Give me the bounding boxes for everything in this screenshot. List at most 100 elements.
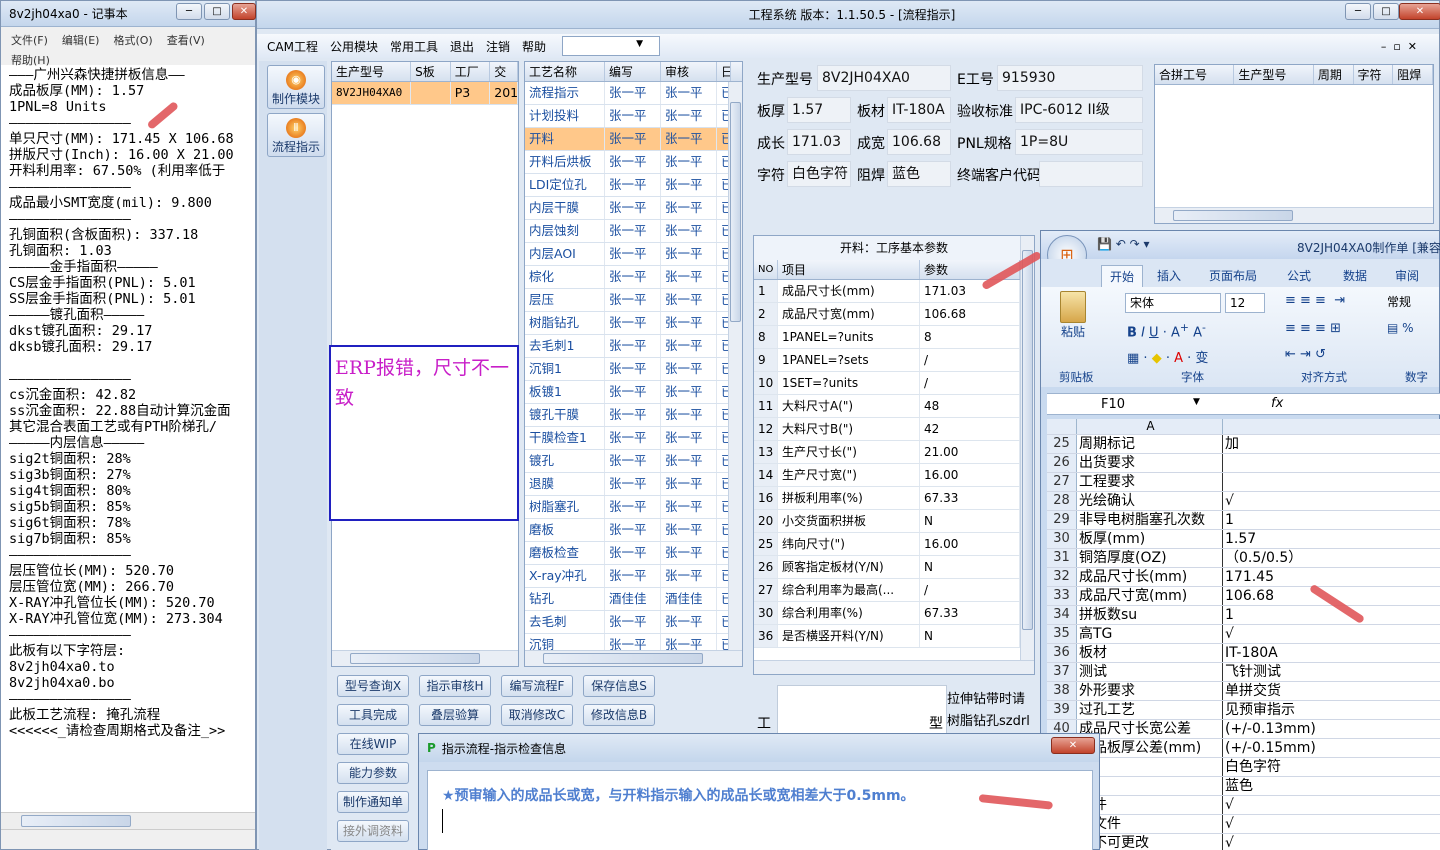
table-row[interactable]: 流程指示张一平张一平已 bbox=[525, 82, 742, 105]
sheet-cell[interactable]: √ bbox=[1223, 834, 1440, 850]
col-header[interactable]: 字符 bbox=[1354, 65, 1394, 84]
table-row[interactable]: 10 1SET=?units / bbox=[754, 372, 1034, 395]
table-row[interactable]: 镀孔张一平张一平已 bbox=[525, 450, 742, 473]
row-number[interactable]: 38 bbox=[1047, 682, 1077, 700]
standard-field[interactable]: IPC-6012 II级 bbox=[1015, 97, 1143, 123]
tab-layout[interactable]: 页面布局 bbox=[1209, 267, 1257, 284]
menu-format[interactable]: 格式(O) bbox=[113, 31, 152, 51]
indent-buttons[interactable]: ⇤ ⇥ ↺ bbox=[1285, 347, 1326, 362]
sheet-cell[interactable]: 1 bbox=[1223, 511, 1440, 529]
sheet-cell[interactable]: （0.5/0.5） bbox=[1223, 549, 1440, 567]
scroll-thumb[interactable] bbox=[730, 102, 741, 322]
tool-done-button[interactable]: 工具完成 bbox=[337, 704, 409, 726]
cancel-edit-button[interactable]: 取消修改C bbox=[501, 704, 573, 726]
table-row[interactable]: X-ray冲孔张一平张一平已 bbox=[525, 565, 742, 588]
font-name-select[interactable]: 宋体 bbox=[1125, 293, 1221, 313]
col-header[interactable]: 生产型号 bbox=[332, 62, 412, 81]
table-row[interactable]: 30 综合利用率(%) 67.33 bbox=[754, 602, 1034, 625]
table-row[interactable]: LDI定位孔张一平张一平已 bbox=[525, 174, 742, 197]
menu-exit[interactable]: 退出 bbox=[450, 38, 474, 55]
notepad-text-area[interactable]: ———广州兴森快捷拼板信息—— 成品板厚(MM): 1.57 1PNL=8 Unit… bbox=[9, 67, 255, 747]
col-header[interactable]: 项目 bbox=[778, 260, 920, 279]
sheet-cell[interactable]: √ bbox=[1223, 492, 1440, 510]
sheet-row[interactable]: 28 光绘确认 √ bbox=[1047, 492, 1440, 511]
align-h-buttons[interactable]: ≡ ≡ ≡ ⊞ bbox=[1285, 321, 1341, 336]
menu-logout[interactable]: 注销 bbox=[486, 38, 510, 55]
row-number[interactable]: 29 bbox=[1047, 511, 1077, 529]
sheet-cell[interactable]: 1.57 bbox=[1223, 530, 1440, 548]
eno-field[interactable]: 915930 bbox=[997, 65, 1143, 91]
row-number[interactable]: 39 bbox=[1047, 701, 1077, 719]
sheet-cell[interactable]: 成品尺寸宽(mm) bbox=[1077, 587, 1223, 605]
sheet-cell[interactable]: 成品尺寸长(mm) bbox=[1077, 568, 1223, 586]
col-header[interactable]: NO bbox=[754, 260, 778, 279]
char-field[interactable]: 白色字符 bbox=[787, 161, 851, 187]
merge-grid[interactable]: 合拼工号 生产型号 周期 字符 阻焊 bbox=[1154, 64, 1434, 224]
process-grid[interactable]: 工艺名称 编写 审核 日 流程指示张一平张一平已计划投料张一平张一平已开料张一平… bbox=[524, 61, 743, 667]
col-header[interactable]: S板 bbox=[411, 62, 451, 81]
notepad-horizontal-scrollbar[interactable] bbox=[1, 812, 255, 829]
sheet-row[interactable]: 36 板材 IT-180A bbox=[1047, 644, 1440, 663]
menu-file[interactable]: 文件(F) bbox=[11, 31, 48, 51]
tab-formula[interactable]: 公式 bbox=[1287, 267, 1311, 284]
row-number[interactable]: 36 bbox=[1047, 644, 1077, 662]
sheet-row[interactable]: 25 周期标记加 bbox=[1047, 435, 1440, 454]
sheet-row[interactable]: 料不可更改 √ bbox=[1047, 834, 1440, 850]
sheet-row[interactable]: 成品板厚公差(mm) (+/-0.15mm) bbox=[1047, 739, 1440, 758]
sheet-cell[interactable]: √ bbox=[1223, 796, 1440, 814]
customer-field[interactable] bbox=[1039, 161, 1143, 187]
table-row[interactable]: 20 小交货面积拼板 N bbox=[754, 510, 1034, 533]
mdi-controls[interactable]: – ▫ ✕ bbox=[1381, 40, 1417, 53]
sheet-cell[interactable]: 高TG bbox=[1077, 625, 1223, 643]
flow-instruction-button[interactable]: Ⅱ 流程指示 bbox=[267, 113, 325, 157]
sheet-row[interactable]: 37 测试 飞针测试 bbox=[1047, 663, 1440, 682]
review-button[interactable]: 指示审核H bbox=[419, 675, 491, 697]
scroll-thumb[interactable] bbox=[543, 653, 703, 664]
row-number[interactable]: 25 bbox=[1047, 435, 1077, 453]
sheet-cell[interactable]: √ bbox=[1223, 625, 1440, 643]
sheet-cell[interactable]: 拼板数su bbox=[1077, 606, 1223, 624]
notepad-close-button[interactable]: ✕ bbox=[232, 3, 256, 20]
sheet-row[interactable]: 38 外形要求 单拼交货 bbox=[1047, 682, 1440, 701]
sheet-cell[interactable]: √ bbox=[1223, 815, 1440, 833]
table-row[interactable]: 去毛刺张一平张一平已 bbox=[525, 611, 742, 634]
sheet-cell[interactable]: 蓝色 bbox=[1223, 777, 1440, 795]
dialog-close-button[interactable]: ✕ bbox=[1051, 737, 1095, 754]
model-query-button[interactable]: 型号查询X bbox=[337, 675, 409, 697]
params-grid[interactable]: 开料：工序基本参数 NO 项目 参数 1 成品尺寸长(mm) 171.03 2 成品尺寸… bbox=[753, 235, 1035, 675]
chevron-down-icon[interactable]: ▼ bbox=[1193, 397, 1200, 407]
table-row[interactable]: 8 1PANEL=?units 8 bbox=[754, 326, 1034, 349]
col-header[interactable]: 生产型号 bbox=[1234, 65, 1314, 84]
excel-sheet[interactable]: A 25 周期标记加 26 出货要求 27 工程要求 28 光绘确认 √ 29 非导电树脂塞孔次数 1… bbox=[1047, 419, 1440, 850]
table-row[interactable]: 棕化张一平张一平已 bbox=[525, 266, 742, 289]
model-field[interactable]: 8V2JH04XA0 bbox=[817, 65, 951, 91]
table-row[interactable]: 去毛刺1张一平张一平已 bbox=[525, 335, 742, 358]
notepad-minimize-button[interactable]: ─ bbox=[176, 3, 202, 20]
sheet-cell[interactable] bbox=[1223, 454, 1440, 472]
row-number[interactable]: 34 bbox=[1047, 606, 1077, 624]
material-field[interactable]: IT-180A bbox=[887, 97, 951, 123]
sheet-row[interactable]: 27 工程要求 bbox=[1047, 473, 1440, 492]
module-select[interactable]: ▼ bbox=[562, 36, 661, 56]
row-number[interactable]: 27 bbox=[1047, 473, 1077, 491]
cam-close-button[interactable]: ✕ bbox=[1399, 3, 1440, 20]
params-hscroll[interactable] bbox=[754, 660, 1034, 674]
menu-common[interactable]: 公用模块 bbox=[330, 38, 378, 55]
border-fill-buttons[interactable]: ▦ · ◆ · A · 变 bbox=[1127, 347, 1208, 366]
sheet-cell[interactable]: 外形要求 bbox=[1077, 682, 1223, 700]
sheet-row[interactable]: 文件√ bbox=[1047, 796, 1440, 815]
sheet-cell[interactable]: (+/-0.13mm) bbox=[1223, 720, 1440, 738]
row-number[interactable]: 31 bbox=[1047, 549, 1077, 567]
model-grid-hscroll[interactable] bbox=[332, 650, 518, 666]
process-grid-hscroll[interactable] bbox=[525, 650, 742, 666]
table-row[interactable]: 计划投料张一平张一平已 bbox=[525, 105, 742, 128]
sheet-cell[interactable]: 非导电树脂塞孔次数 bbox=[1077, 511, 1223, 529]
col-header[interactable]: 工厂 bbox=[451, 62, 491, 81]
table-row[interactable]: 钻孔酒佳佳酒佳佳已 bbox=[525, 588, 742, 611]
stack-check-button[interactable]: 叠层验算 bbox=[419, 704, 491, 726]
row-number[interactable]: 37 bbox=[1047, 663, 1077, 681]
fx-icon[interactable]: fx bbox=[1271, 396, 1283, 411]
menu-cam[interactable]: CAM工程 bbox=[267, 38, 318, 55]
sheet-cell[interactable]: 单拼交货 bbox=[1223, 682, 1440, 700]
table-row[interactable]: 磨板张一平张一平已 bbox=[525, 519, 742, 542]
